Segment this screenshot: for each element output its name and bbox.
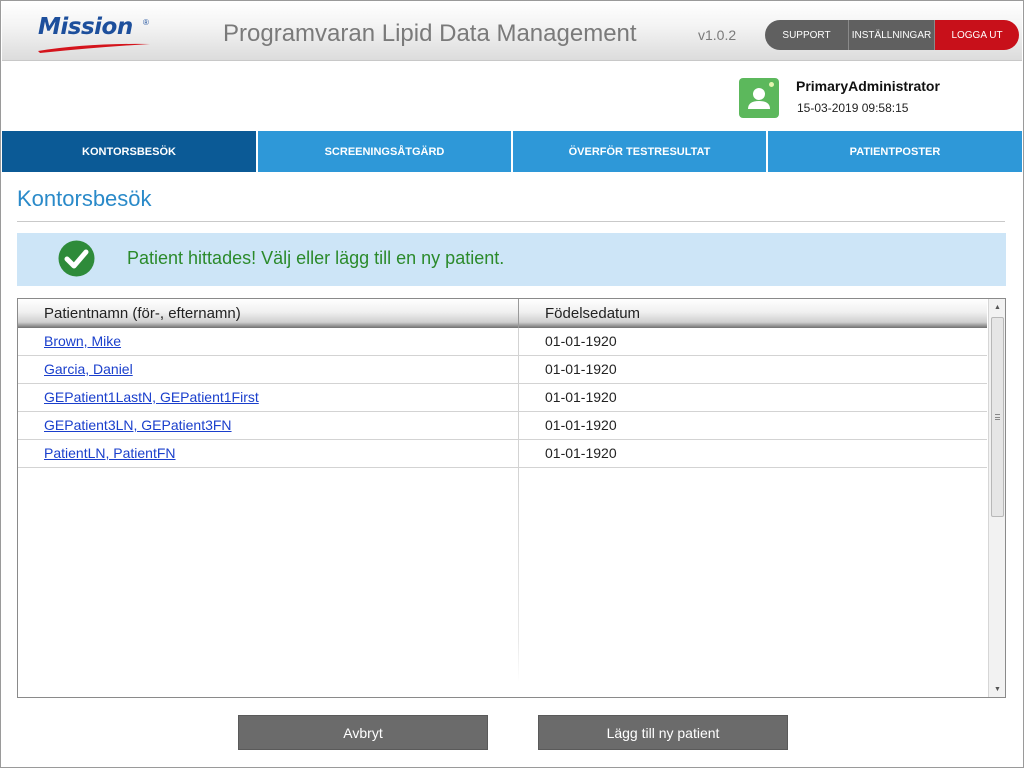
- table-row[interactable]: GEPatient1LastN, GEPatient1First 01-01-1…: [18, 384, 987, 412]
- table-row[interactable]: GEPatient3LN, GEPatient3FN 01-01-1920: [18, 412, 987, 440]
- settings-button[interactable]: INSTÄLLNINGAR: [849, 20, 935, 50]
- logo-text: Mission: [38, 14, 133, 40]
- patient-dob-cell: 01-01-1920: [545, 333, 617, 349]
- user-datetime: 15-03-2019 09:58:15: [797, 101, 909, 115]
- patient-link[interactable]: Brown, Mike: [44, 333, 121, 349]
- app-title: Programvaran Lipid Data Management: [223, 20, 637, 47]
- success-banner: Patient hittades! Välj eller lägg till e…: [17, 233, 1006, 286]
- user-name: PrimaryAdministrator: [796, 78, 940, 94]
- column-header-name[interactable]: Patientnamn (för-, efternamn): [18, 299, 519, 328]
- table-scrollbar[interactable]: ▲ ▼: [988, 299, 1005, 697]
- patient-name-cell: Garcia, Daniel: [18, 356, 519, 383]
- tab-overfor-testresultat[interactable]: ÖVERFÖR TESTRESULTAT: [513, 131, 766, 172]
- app-header: Mission ® Programvaran Lipid Data Manage…: [2, 2, 1022, 61]
- grip-icon: [995, 414, 1000, 420]
- scroll-thumb[interactable]: [991, 317, 1004, 517]
- tab-screeningsatgard[interactable]: SCREENINGSÅTGÄRD: [258, 131, 511, 172]
- tab-patientposter[interactable]: PATIENTPOSTER: [768, 131, 1022, 172]
- scroll-up-icon[interactable]: ▲: [989, 299, 1005, 315]
- online-status-dot: [769, 82, 774, 87]
- app-window: Mission ® Programvaran Lipid Data Manage…: [0, 0, 1024, 768]
- patient-table: Patientnamn (för-, efternamn) Födelsedat…: [17, 298, 1006, 698]
- page-title: Kontorsbesök: [17, 186, 152, 211]
- support-button[interactable]: SUPPORT: [765, 20, 849, 50]
- patient-dob-cell: 01-01-1920: [545, 445, 617, 461]
- title-divider: [17, 221, 1005, 222]
- patient-name-cell: GEPatient1LastN, GEPatient1First: [18, 384, 519, 411]
- patient-dob-cell: 01-01-1920: [545, 417, 617, 433]
- user-info: PrimaryAdministrator 15-03-2019 09:58:15: [739, 78, 1019, 122]
- patient-link[interactable]: GEPatient3LN, GEPatient3FN: [44, 417, 232, 433]
- scroll-down-icon[interactable]: ▼: [989, 681, 1005, 697]
- patient-name-cell: GEPatient3LN, GEPatient3FN: [18, 412, 519, 439]
- table-row[interactable]: Brown, Mike 01-01-1920: [18, 328, 987, 356]
- patient-name-cell: PatientLN, PatientFN: [18, 440, 519, 467]
- main-nav: KONTORSBESÖK SCREENINGSÅTGÄRD ÖVERFÖR TE…: [2, 131, 1022, 172]
- patient-link[interactable]: Garcia, Daniel: [44, 361, 133, 377]
- table-body: Brown, Mike 01-01-1920 Garcia, Daniel 01…: [18, 328, 987, 468]
- table-row[interactable]: Garcia, Daniel 01-01-1920: [18, 356, 987, 384]
- avatar: [739, 78, 779, 118]
- patient-dob-cell: 01-01-1920: [545, 389, 617, 405]
- column-header-dob[interactable]: Födelsedatum: [519, 299, 987, 328]
- cancel-button[interactable]: Avbryt: [238, 715, 488, 750]
- table-row[interactable]: PatientLN, PatientFN 01-01-1920: [18, 440, 987, 468]
- logo-swoosh-icon: [38, 43, 150, 53]
- patient-link[interactable]: GEPatient1LastN, GEPatient1First: [44, 389, 259, 405]
- patient-link[interactable]: PatientLN, PatientFN: [44, 445, 176, 461]
- add-patient-button[interactable]: Lägg till ny patient: [538, 715, 788, 750]
- check-circle-icon: [58, 240, 95, 277]
- app-version: v1.0.2: [698, 27, 737, 43]
- patient-name-cell: Brown, Mike: [18, 328, 519, 355]
- tab-kontorsbesok[interactable]: KONTORSBESÖK: [2, 131, 256, 172]
- logo-registered-mark: ®: [143, 18, 149, 27]
- patient-dob-cell: 01-01-1920: [545, 361, 617, 377]
- logout-button[interactable]: LOGGA UT: [935, 20, 1019, 50]
- table-header: Patientnamn (för-, efternamn) Födelsedat…: [18, 299, 987, 328]
- mission-logo: Mission ®: [38, 14, 150, 54]
- column-divider: [518, 468, 519, 682]
- banner-message: Patient hittades! Välj eller lägg till e…: [127, 248, 505, 268]
- header-button-group: SUPPORT INSTÄLLNINGAR LOGGA UT: [765, 20, 1019, 50]
